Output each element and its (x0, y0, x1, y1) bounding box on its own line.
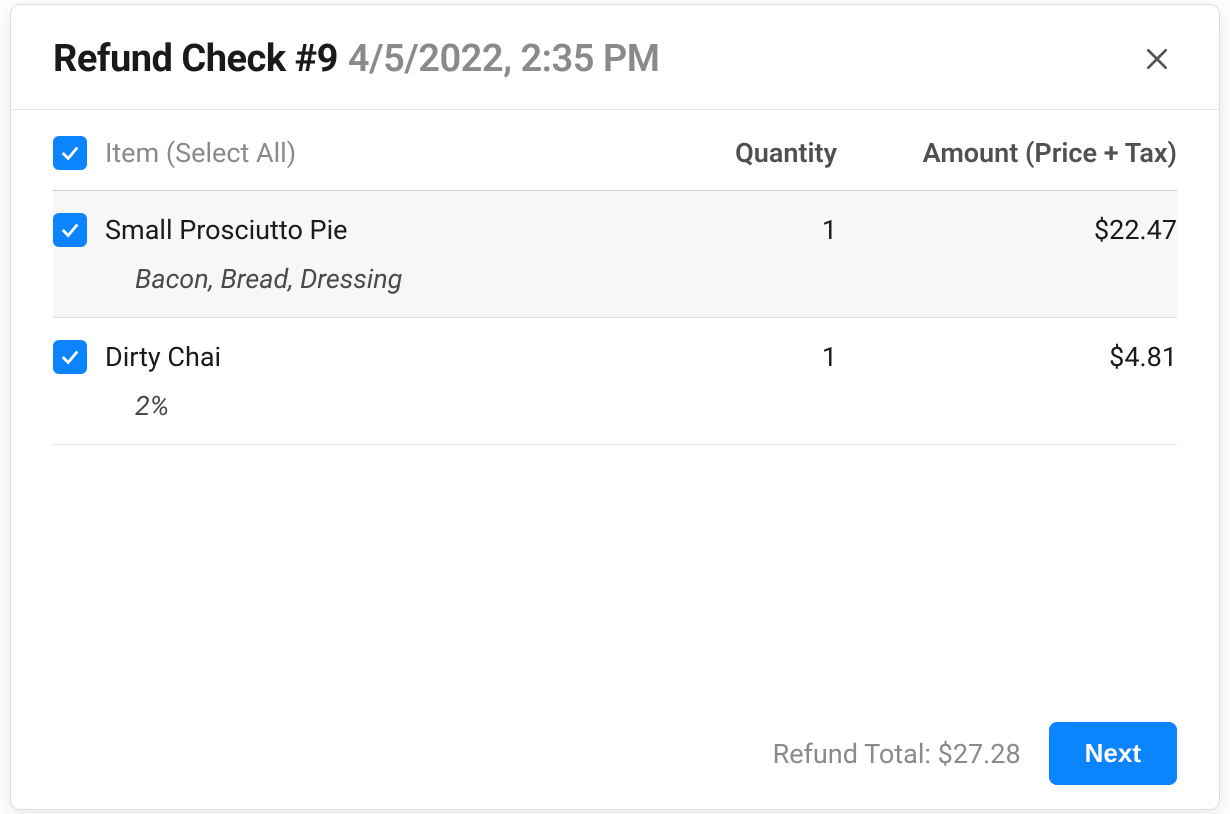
refund-total: Refund Total: $27.28 (773, 738, 1021, 770)
modal-footer: Refund Total: $27.28 Next (11, 698, 1219, 809)
close-button[interactable] (1137, 39, 1177, 79)
row-checkbox[interactable] (53, 340, 87, 374)
item-quantity: 1 (637, 341, 837, 373)
modal-header: Refund Check #9 4/5/2022, 2:35 PM (11, 5, 1219, 110)
check-icon (59, 346, 81, 368)
item-amount: $4.81 (837, 341, 1177, 373)
refund-total-value: $27.28 (938, 738, 1021, 770)
close-icon (1144, 46, 1170, 72)
item-modifiers: Bacon, Bread, Dressing (53, 247, 1177, 295)
table-row[interactable]: Dirty Chai1$4.812% (53, 318, 1177, 445)
check-icon (59, 142, 81, 164)
modal-content: Item (Select All) Quantity Amount (Price… (11, 110, 1219, 698)
refund-modal: Refund Check #9 4/5/2022, 2:35 PM Item (… (10, 4, 1220, 810)
item-amount: $22.47 (837, 214, 1177, 246)
column-header-amount: Amount (Price + Tax) (837, 137, 1177, 169)
header-title-group: Refund Check #9 4/5/2022, 2:35 PM (53, 37, 660, 81)
check-icon (59, 219, 81, 241)
next-button[interactable]: Next (1049, 722, 1177, 785)
column-header-item[interactable]: Item (Select All) (87, 137, 637, 169)
item-name: Dirty Chai (87, 341, 637, 373)
modal-title: Refund Check #9 (53, 37, 338, 81)
row-checkbox[interactable] (53, 213, 87, 247)
modal-timestamp: 4/5/2022, 2:35 PM (348, 37, 660, 81)
item-modifiers: 2% (53, 374, 1177, 422)
table-body: Small Prosciutto Pie1$22.47Bacon, Bread,… (53, 191, 1177, 445)
select-all-checkbox[interactable] (53, 136, 87, 170)
refund-total-label: Refund Total: (773, 738, 931, 770)
table-header: Item (Select All) Quantity Amount (Price… (53, 110, 1177, 191)
item-name: Small Prosciutto Pie (87, 214, 637, 246)
item-quantity: 1 (637, 214, 837, 246)
table-row[interactable]: Small Prosciutto Pie1$22.47Bacon, Bread,… (53, 191, 1177, 318)
column-header-quantity: Quantity (637, 137, 837, 169)
